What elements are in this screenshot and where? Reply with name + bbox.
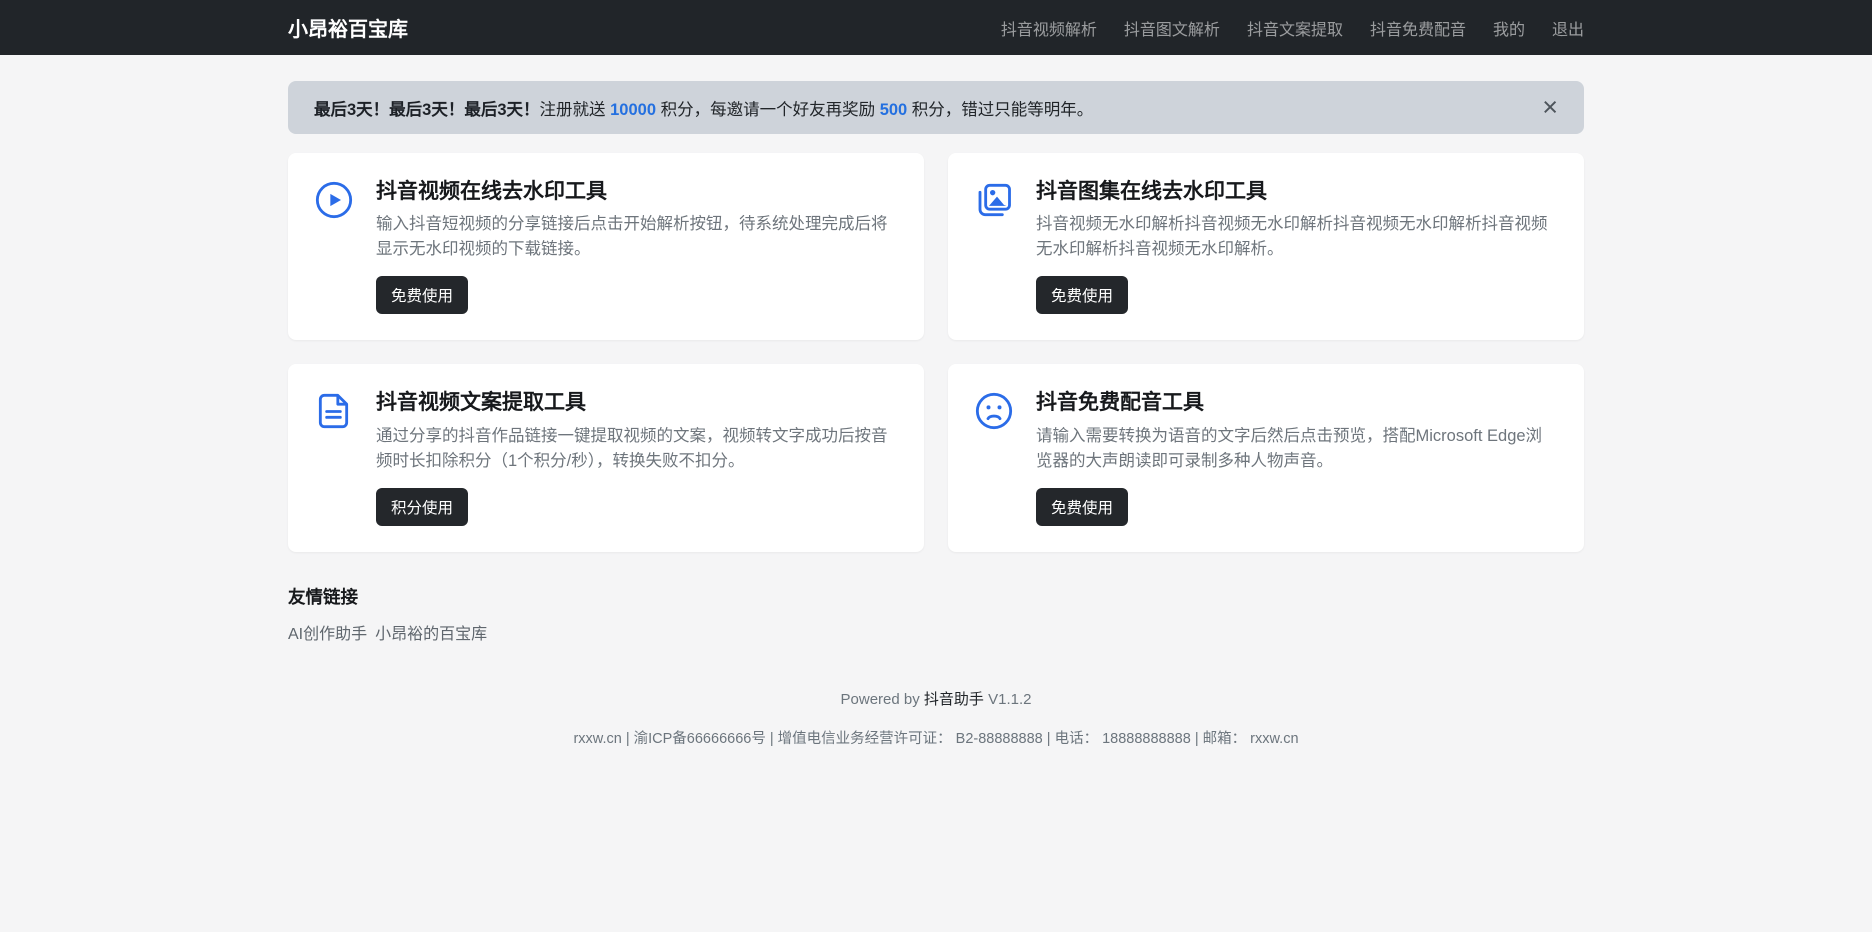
tools-grid: 抖音视频在线去水印工具 输入抖音短视频的分享链接后点击开始解析按钮，待系统处理完… [288, 153, 1584, 552]
powered-version: V1.1.2 [988, 690, 1032, 708]
nav-menu: 抖音视频解析 抖音图文解析 抖音文案提取 抖音免费配音 我的 退出 [1001, 16, 1584, 40]
friend-links-row: AI创作助手 小昂裕的百宝库 [288, 620, 1584, 644]
card-title: 抖音免费配音工具 [1036, 391, 1204, 415]
brand-logo[interactable]: 小昂裕百宝库 [288, 13, 408, 42]
promo-text-bold: 最后3天！最后3天！最后3天！ [314, 100, 540, 119]
top-navbar: 小昂裕百宝库 抖音视频解析 抖音图文解析 抖音文案提取 抖音免费配音 我的 退出 [0, 0, 1872, 55]
promo-banner: 最后3天！最后3天！最后3天！注册就送 10000 积分，每邀请一个好友再奖励 … [288, 81, 1584, 134]
card-description: 抖音视频无水印解析抖音视频无水印解析抖音视频无水印解析抖音视频无水印解析抖音视频… [1036, 215, 1548, 259]
promo-points-invite: 500 [879, 100, 908, 119]
card-title: 抖音图集在线去水印工具 [1036, 180, 1267, 203]
card-description: 请输入需要转换为语音的文字后然后点击预览，搭配Microsoft Edge浏览器… [1036, 426, 1543, 470]
card-action-button[interactable]: 免费使用 [1036, 487, 1129, 526]
promo-text: 最后3天！最后3天！最后3天！注册就送 10000 积分，每邀请一个好友再奖励 … [314, 100, 1094, 119]
powered-app-link[interactable]: 抖音助手 [924, 691, 984, 708]
close-icon[interactable]: × [1534, 81, 1566, 134]
tool-card-free-dubbing: 抖音免费配音工具 请输入需要转换为语音的文字后然后点击预览，搭配Microsof… [948, 364, 1584, 552]
tool-card-video-watermark: 抖音视频在线去水印工具 输入抖音短视频的分享链接后点击开始解析按钮，待系统处理完… [288, 153, 924, 341]
images-icon [974, 180, 1014, 220]
card-description: 通过分享的抖音作品链接一键提取视频的文案，视频转文字成功后按音频时长扣除积分（1… [376, 426, 888, 470]
promo-points-signup: 10000 [610, 100, 657, 119]
powered-by-line: Powered by 抖音助手 V1.1.2 [288, 688, 1584, 709]
nav-item-copywriting-extract[interactable]: 抖音文案提取 [1247, 16, 1343, 40]
footer-legal: rxxw.cn | 渝ICP备66666666号 | 增值电信业务经营许可证： … [573, 730, 1299, 747]
tool-card-image-watermark: 抖音图集在线去水印工具 抖音视频无水印解析抖音视频无水印解析抖音视频无水印解析抖… [948, 153, 1584, 341]
frown-face-icon [974, 391, 1014, 431]
play-circle-icon [314, 180, 354, 220]
card-description: 输入抖音短视频的分享链接后点击开始解析按钮，待系统处理完成后将显示无水印视频的下… [376, 215, 888, 259]
card-action-button[interactable]: 免费使用 [376, 276, 469, 315]
card-action-button[interactable]: 免费使用 [1036, 276, 1129, 315]
nav-item-image-text-parse[interactable]: 抖音图文解析 [1124, 16, 1220, 40]
nav-item-logout[interactable]: 退出 [1552, 16, 1584, 40]
nav-item-free-dubbing[interactable]: 抖音免费配音 [1370, 16, 1466, 40]
card-title: 抖音视频文案提取工具 [376, 391, 586, 415]
card-action-button[interactable]: 积分使用 [376, 487, 469, 526]
tool-card-copywriting-extract: 抖音视频文案提取工具 通过分享的抖音作品链接一键提取视频的文案，视频转文字成功后… [288, 364, 924, 552]
card-title: 抖音视频在线去水印工具 [376, 180, 607, 203]
friend-links-title: 友情链接 [288, 586, 358, 607]
nav-item-video-parse[interactable]: 抖音视频解析 [1001, 16, 1097, 40]
friend-link-treasure-box[interactable]: 小昂裕的百宝库 [375, 620, 487, 644]
file-text-icon [314, 391, 354, 431]
main-content: 最后3天！最后3天！最后3天！注册就送 10000 积分，每邀请一个好友再奖励 … [288, 81, 1584, 748]
powered-by-text: Powered by [840, 690, 920, 708]
nav-item-mine[interactable]: 我的 [1493, 16, 1525, 40]
friend-link-ai-assistant[interactable]: AI创作助手 [288, 620, 367, 644]
friend-links-section: 友情链接 AI创作助手 小昂裕的百宝库 [288, 584, 1584, 644]
